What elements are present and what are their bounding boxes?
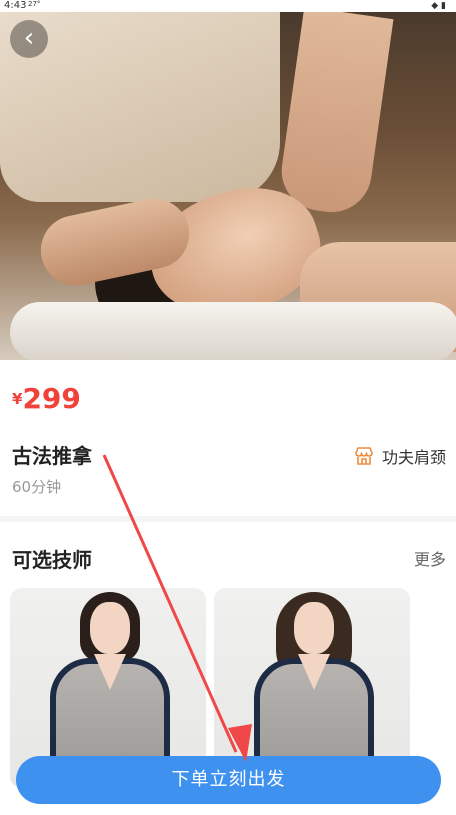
technician-photo: [90, 602, 130, 654]
status-temperature: 27°: [28, 0, 41, 8]
status-icons: ◆ ▮: [431, 1, 446, 11]
service-duration: 60分钟: [12, 478, 62, 496]
service-hero-image: [0, 12, 456, 360]
wifi-icon: ◆: [431, 1, 439, 11]
shop-link[interactable]: 功夫肩颈: [354, 444, 446, 468]
chevron-left-icon: ‹: [23, 23, 35, 53]
battery-icon: ▮: [441, 1, 446, 11]
technicians-title: 可选技师: [12, 548, 92, 572]
status-time: 4:43: [4, 0, 27, 11]
currency-symbol: ¥: [12, 390, 23, 408]
back-button[interactable]: ‹: [10, 20, 48, 58]
price-value: 299: [22, 382, 81, 415]
service-info-panel: ¥299 古法推拿 60分钟 功夫肩颈: [0, 360, 456, 516]
status-bar: 4:43 27° ◆ ▮: [0, 0, 456, 12]
store-icon: [355, 447, 373, 465]
service-name: 古法推拿: [12, 444, 92, 468]
service-price: ¥299: [12, 382, 81, 415]
order-now-button[interactable]: 下单立刻出发: [16, 756, 441, 804]
more-technicians-link[interactable]: 更多: [414, 546, 446, 570]
shop-name: 功夫肩颈: [381, 448, 446, 467]
technician-photo: [294, 602, 334, 654]
